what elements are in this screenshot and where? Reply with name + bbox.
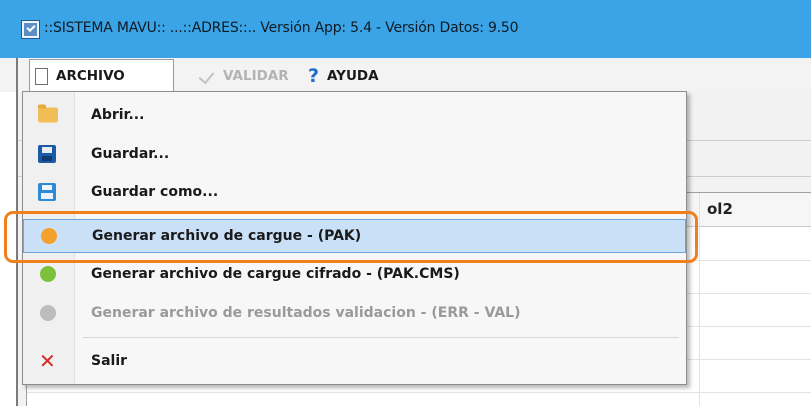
annotation-highlight-box <box>4 211 698 263</box>
menu-item-label: Guardar como... <box>91 184 219 200</box>
menu-item-guardar-como[interactable]: Guardar como... <box>23 175 686 209</box>
close-icon: ✕ <box>39 349 56 373</box>
menu-item-abrir[interactable]: Abrir... <box>23 98 686 132</box>
menu-item-label: Guardar... <box>91 146 170 162</box>
menu-item-generar-err-val: Generar archivo de resultados validacion… <box>23 296 686 330</box>
menu-bar: ARCHIVO VALIDAR ? AYUDA <box>0 58 811 92</box>
save-as-icon <box>38 183 56 201</box>
menu-item-label: Generar archivo de cargue cifrado - (PAK… <box>91 266 460 282</box>
menu-item-label: Salir <box>91 353 128 369</box>
grid-column-line <box>699 193 700 406</box>
menu-item-guardar[interactable]: Guardar... <box>23 137 686 171</box>
menu-archivo[interactable]: ARCHIVO <box>29 59 174 92</box>
help-icon: ? <box>308 64 320 87</box>
folder-icon <box>38 104 58 123</box>
menu-ayuda[interactable]: ? AYUDA <box>308 59 379 92</box>
menu-item-label: Generar archivo de resultados validacion… <box>91 305 521 321</box>
save-icon <box>38 145 56 163</box>
gray-dot-icon <box>40 305 56 321</box>
menu-archivo-label: ARCHIVO <box>56 68 125 84</box>
document-icon <box>35 67 48 85</box>
green-dot-icon <box>40 266 56 282</box>
window-title: ::SISTEMA MAVU:: ...::ADRES::.. Versión … <box>44 20 519 36</box>
menu-item-label: Abrir... <box>91 107 145 123</box>
title-bar: ::SISTEMA MAVU:: ...::ADRES::.. Versión … <box>0 0 811 58</box>
menu-validar[interactable]: VALIDAR <box>199 59 289 92</box>
menu-validar-label: VALIDAR <box>223 67 289 84</box>
grid-column-header: ol2 <box>707 200 733 218</box>
grid-row-line <box>27 392 811 393</box>
menu-separator <box>83 337 679 338</box>
checkmark-icon <box>199 70 215 82</box>
menu-item-salir[interactable]: ✕ Salir <box>23 344 686 378</box>
app-icon <box>21 20 40 39</box>
menu-ayuda-label: AYUDA <box>327 67 379 84</box>
